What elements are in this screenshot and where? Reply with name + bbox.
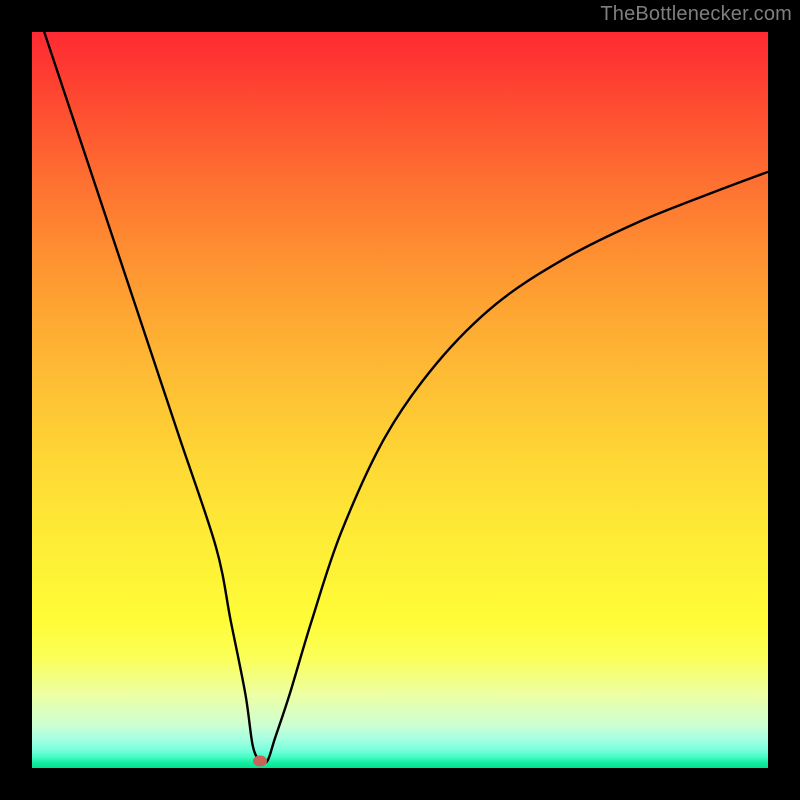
- chart-frame: TheBottlenecker.com: [0, 0, 800, 800]
- bottleneck-curve: [32, 32, 768, 763]
- optimal-point-marker: [253, 755, 267, 766]
- curve-layer: [32, 32, 768, 768]
- attribution-text: TheBottlenecker.com: [600, 3, 792, 26]
- plot-area: [32, 32, 768, 768]
